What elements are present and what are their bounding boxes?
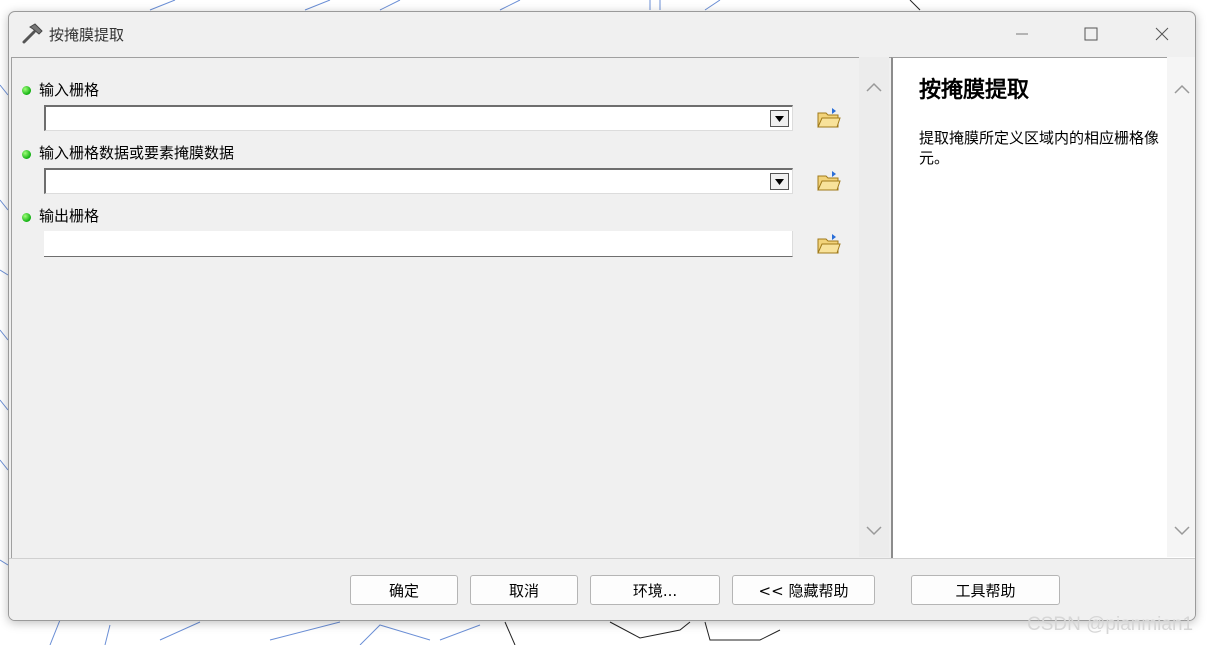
required-indicator [22,150,31,159]
folder-open-icon [817,234,841,254]
tool-dialog: 按掩膜提取 输入栅格 输入栅格数据或要素掩膜数据 输出栅格 按掩膜提取 提取掩膜… [8,11,1196,621]
scroll-up-icon[interactable] [1173,83,1191,95]
param-label-output-raster: 输出栅格 [39,207,100,225]
help-description: 提取掩膜所定义区域内的相应栅格像元。 [919,129,1160,167]
scroll-down-icon[interactable] [1173,525,1191,537]
scroll-up-icon[interactable] [865,81,883,93]
mask-data-combo[interactable] [44,168,793,194]
minimize-button[interactable] [997,19,1047,49]
ok-button[interactable]: 确定 [350,575,458,605]
button-bar: 确定 取消 环境... << 隐藏帮助 工具帮助 [9,558,1195,620]
cancel-button[interactable]: 取消 [470,575,578,605]
output-raster-input[interactable] [44,231,793,257]
parameters-panel: 输入栅格 输入栅格数据或要素掩膜数据 输出栅格 [11,57,891,558]
watermark: CSDN @pianmian1 [1027,614,1194,635]
help-panel: 按掩膜提取 提取掩膜所定义区域内的相应栅格像元。 [891,57,1195,558]
dropdown-arrow-icon [775,115,784,122]
environments-button[interactable]: 环境... [590,575,720,605]
mask-data-dropdown[interactable] [770,173,789,190]
input-raster-dropdown[interactable] [770,110,789,127]
folder-open-icon [817,108,841,128]
output-raster-browse-button[interactable] [814,229,844,259]
dropdown-arrow-icon [775,178,784,185]
close-icon [1155,27,1169,41]
maximize-icon [1084,27,1098,41]
required-indicator [22,213,31,222]
tool-help-button[interactable]: 工具帮助 [911,575,1060,605]
param-label-input-raster: 输入栅格 [39,81,100,99]
input-raster-combo[interactable] [44,105,793,131]
required-indicator [22,86,31,95]
minimize-icon [1016,33,1028,35]
maximize-button[interactable] [1066,19,1116,49]
scroll-down-icon[interactable] [865,525,883,537]
param-label-mask-data: 输入栅格数据或要素掩膜数据 [39,144,235,162]
title-bar[interactable]: 按掩膜提取 [9,12,1195,56]
help-title: 按掩膜提取 [919,77,1030,103]
input-raster-browse-button[interactable] [814,103,844,133]
folder-open-icon [817,171,841,191]
hammer-icon [22,23,43,44]
help-scrollbar[interactable] [1167,57,1195,557]
close-button[interactable] [1137,19,1187,49]
parameters-scrollbar[interactable] [859,57,889,557]
mask-data-browse-button[interactable] [814,166,844,196]
hide-help-button[interactable]: << 隐藏帮助 [732,575,875,605]
window-title: 按掩膜提取 [49,26,125,44]
